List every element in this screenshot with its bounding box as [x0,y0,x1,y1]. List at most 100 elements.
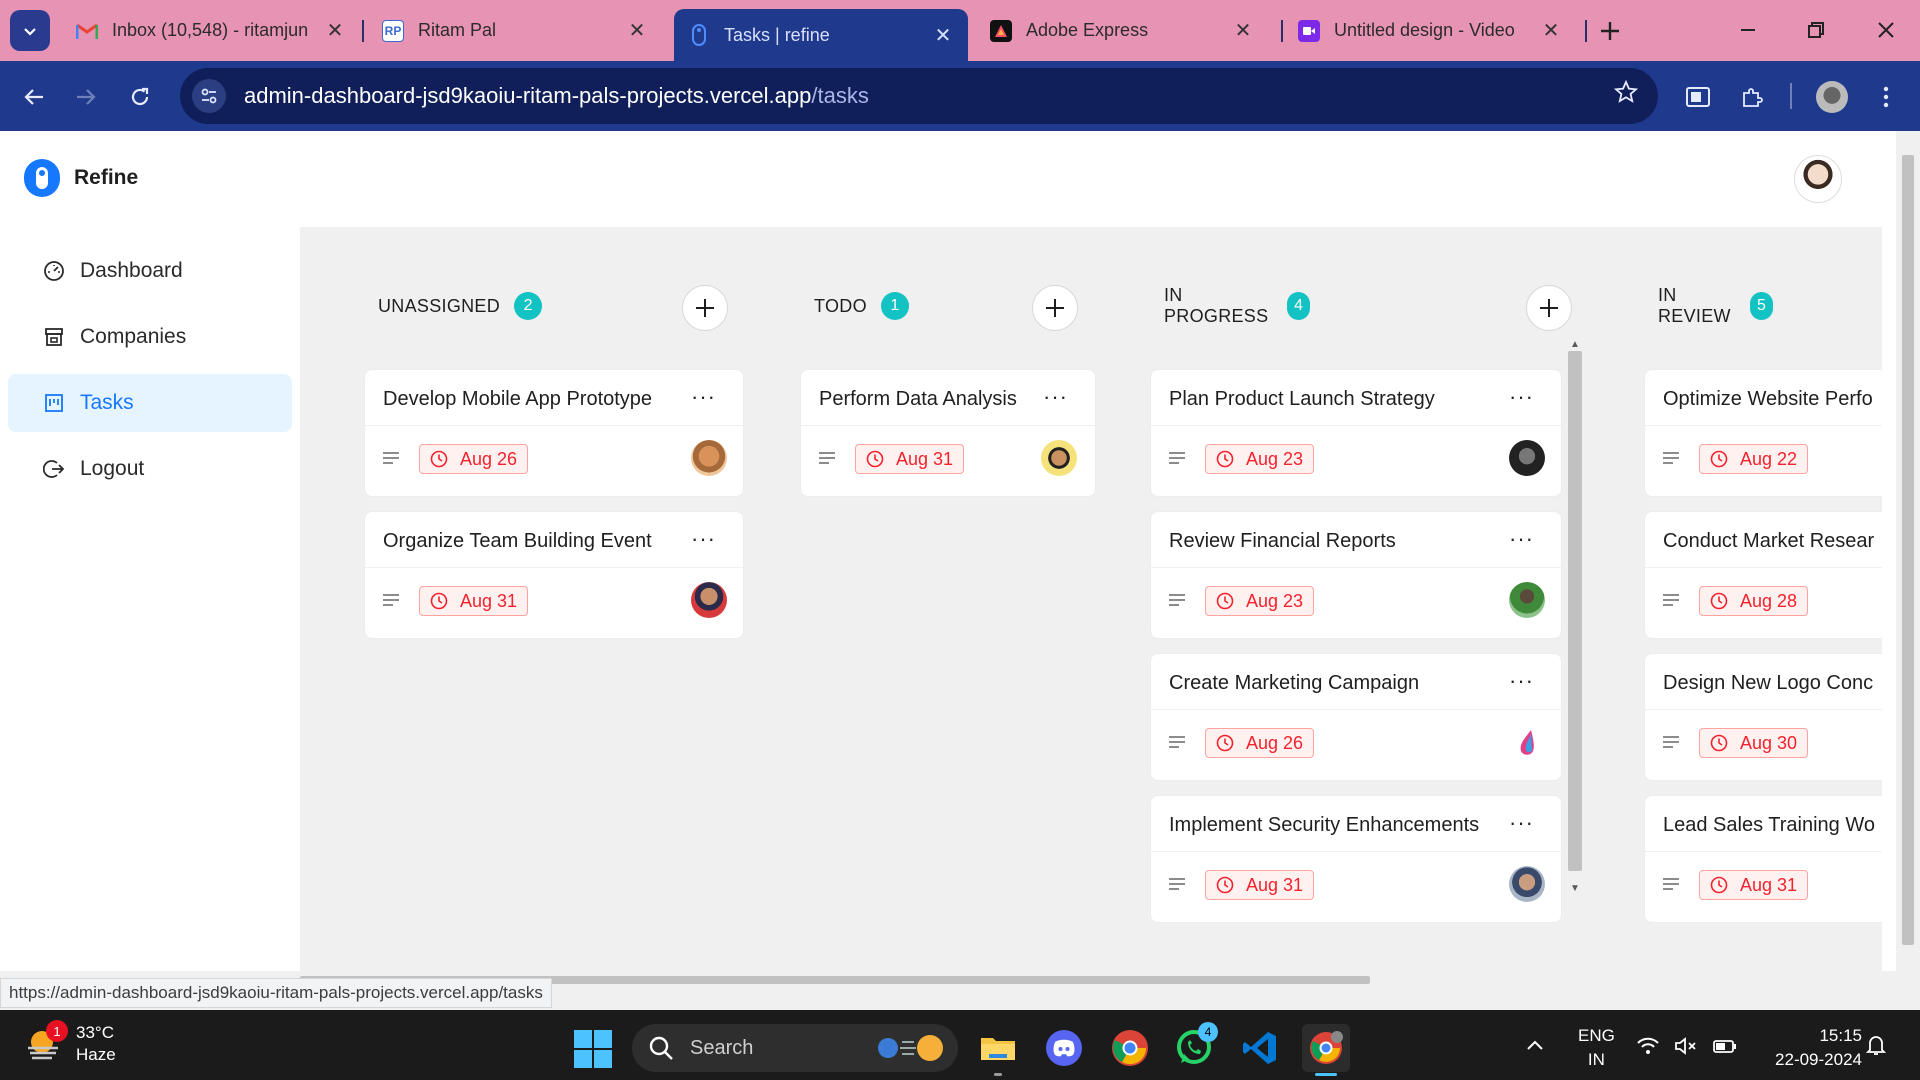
reading-mode-button[interactable] [1678,77,1718,117]
brand-logo[interactable]: Refine [24,159,138,197]
browser-tab-ritam-pal[interactable]: RP Ritam Pal ✕ [368,9,662,52]
assignee-avatar[interactable] [1509,582,1545,618]
new-tab-button[interactable] [1592,13,1628,49]
close-icon[interactable]: ✕ [1540,18,1562,43]
add-task-button[interactable] [1526,285,1572,331]
taskbar-discord[interactable] [1040,1024,1088,1072]
page-vertical-scrollbar[interactable] [1896,131,1920,971]
task-card[interactable]: Optimize Website Perfo Aug 22 [1644,369,1882,497]
site-settings-icon[interactable] [192,79,226,113]
system-tray[interactable] [1636,1036,1738,1056]
sidebar-item-companies[interactable]: Companies [8,308,292,366]
address-bar[interactable]: admin-dashboard-jsd9kaoiu-ritam-pals-pro… [180,68,1658,124]
taskbar-clock[interactable]: 15:15 22-09-2024 [1758,1024,1862,1072]
start-button[interactable] [574,1030,612,1068]
sidebar-item-tasks[interactable]: Tasks [8,374,292,432]
chrome-profile-icon [1310,1031,1343,1064]
close-icon[interactable]: ✕ [932,23,954,48]
due-date-text: Aug 23 [1246,590,1304,611]
close-icon[interactable]: ✕ [1232,18,1254,43]
back-button[interactable] [14,77,54,117]
tab-search-button[interactable] [10,10,50,51]
taskbar-search[interactable]: Search [632,1024,958,1072]
task-card[interactable]: Develop Mobile App Prototype ··· Aug 26 [364,369,744,497]
column-count-badge: 4 [1286,292,1311,320]
taskbar-file-explorer[interactable] [974,1024,1022,1076]
assignee-avatar[interactable] [691,582,727,618]
tab-title: Ritam Pal [418,20,497,40]
task-card[interactable]: Implement Security Enhancements ··· Aug … [1150,795,1562,923]
taskbar-chrome[interactable] [1106,1024,1154,1072]
input-language-indicator[interactable]: ENG IN [1578,1024,1615,1072]
profile-button[interactable] [1812,77,1852,117]
clock-icon [1216,592,1234,610]
due-date-tag: Aug 31 [1699,870,1809,900]
assignee-avatar[interactable] [1509,724,1545,760]
task-card[interactable]: Design New Logo Conc Aug 30 [1644,653,1882,781]
more-icon[interactable]: ··· [1509,526,1534,552]
task-card[interactable]: Perform Data Analysis ··· Aug 31 [800,369,1096,497]
task-card[interactable]: Create Marketing Campaign ··· Aug 26 [1150,653,1562,781]
sidebar: Dashboard Companies Tasks Logout [0,227,300,971]
task-card[interactable]: Organize Team Building Event ··· Aug 31 [364,511,744,639]
task-card[interactable]: Conduct Market Resear Aug 28 [1644,511,1882,639]
running-indicator [994,1073,1002,1076]
task-card[interactable]: Review Financial Reports ··· Aug 23 [1150,511,1562,639]
more-icon[interactable]: ··· [1509,810,1534,836]
taskbar-chrome-profile[interactable] [1302,1024,1350,1076]
weather-widget[interactable]: 1 33°C Haze [24,1020,116,1066]
taskbar-vscode[interactable] [1236,1024,1284,1072]
browser-menu-button[interactable] [1866,77,1906,117]
user-avatar[interactable] [1794,155,1842,203]
wifi-icon [1637,1037,1659,1054]
taskbar-whatsapp[interactable]: 4 [1170,1022,1218,1072]
browser-tab-canva-video[interactable]: Untitled design - Video ✕ [1284,9,1576,52]
add-task-button[interactable] [682,285,728,331]
scroll-down-arrow[interactable]: ▼ [1566,881,1584,895]
add-task-button[interactable] [1032,285,1078,331]
task-card[interactable]: Plan Product Launch Strategy ··· Aug 23 [1150,369,1562,497]
windows-logo-icon [574,1050,592,1068]
clock-icon [1710,592,1728,610]
notification-button[interactable] [1865,1034,1887,1061]
scroll-up-arrow[interactable]: ▲ [1566,337,1584,351]
windows-logo-icon [574,1030,592,1048]
more-icon[interactable]: ··· [1509,668,1534,694]
more-icon[interactable]: ··· [1043,384,1068,410]
assignee-avatar[interactable] [1041,440,1077,476]
browser-tab-adobe-express[interactable]: Adobe Express ✕ [976,9,1268,52]
minimize-button[interactable] [1728,12,1768,48]
browser-tab-tasks-refine[interactable]: Tasks | refine ✕ [674,9,968,61]
assignee-avatar[interactable] [1509,866,1545,902]
show-hidden-icons-button[interactable] [1526,1034,1544,1057]
column-count-badge: 2 [514,292,543,320]
page-scrollbar-thumb[interactable] [1902,155,1914,945]
browser-tab-gmail[interactable]: Inbox (10,548) - ritamjun ✕ [62,9,360,52]
more-icon[interactable]: ··· [691,526,716,552]
task-card[interactable]: Lead Sales Training Wo Aug 31 [1644,795,1882,923]
column-scrollbar[interactable]: ▲ ▼ [1566,337,1584,895]
assignee-avatar[interactable] [1509,440,1545,476]
reload-button[interactable] [120,77,160,117]
clock-time: 15:15 [1819,1026,1862,1045]
card-divider [1151,567,1561,568]
more-icon[interactable]: ··· [691,384,716,410]
battery-icon [1713,1040,1736,1053]
due-date-text: Aug 22 [1740,448,1798,469]
close-icon[interactable]: ✕ [626,18,648,43]
more-icon[interactable]: ··· [1509,384,1534,410]
assignee-avatar[interactable] [691,440,727,476]
bookmark-star-icon[interactable] [1613,79,1639,111]
card-divider [1645,709,1882,710]
close-window-button[interactable] [1866,12,1906,48]
due-date-tag: Aug 26 [419,444,529,474]
url-text[interactable]: admin-dashboard-jsd9kaoiu-ritam-pals-pro… [244,83,869,109]
extensions-button[interactable] [1732,77,1772,117]
close-icon[interactable]: ✕ [324,18,346,43]
column-scrollbar-thumb[interactable] [1568,351,1582,871]
sidebar-item-dashboard[interactable]: Dashboard [8,242,292,300]
forward-button[interactable] [66,77,106,117]
restore-button[interactable] [1796,12,1836,48]
description-icon [1663,594,1679,606]
sidebar-item-logout[interactable]: Logout [8,440,292,498]
